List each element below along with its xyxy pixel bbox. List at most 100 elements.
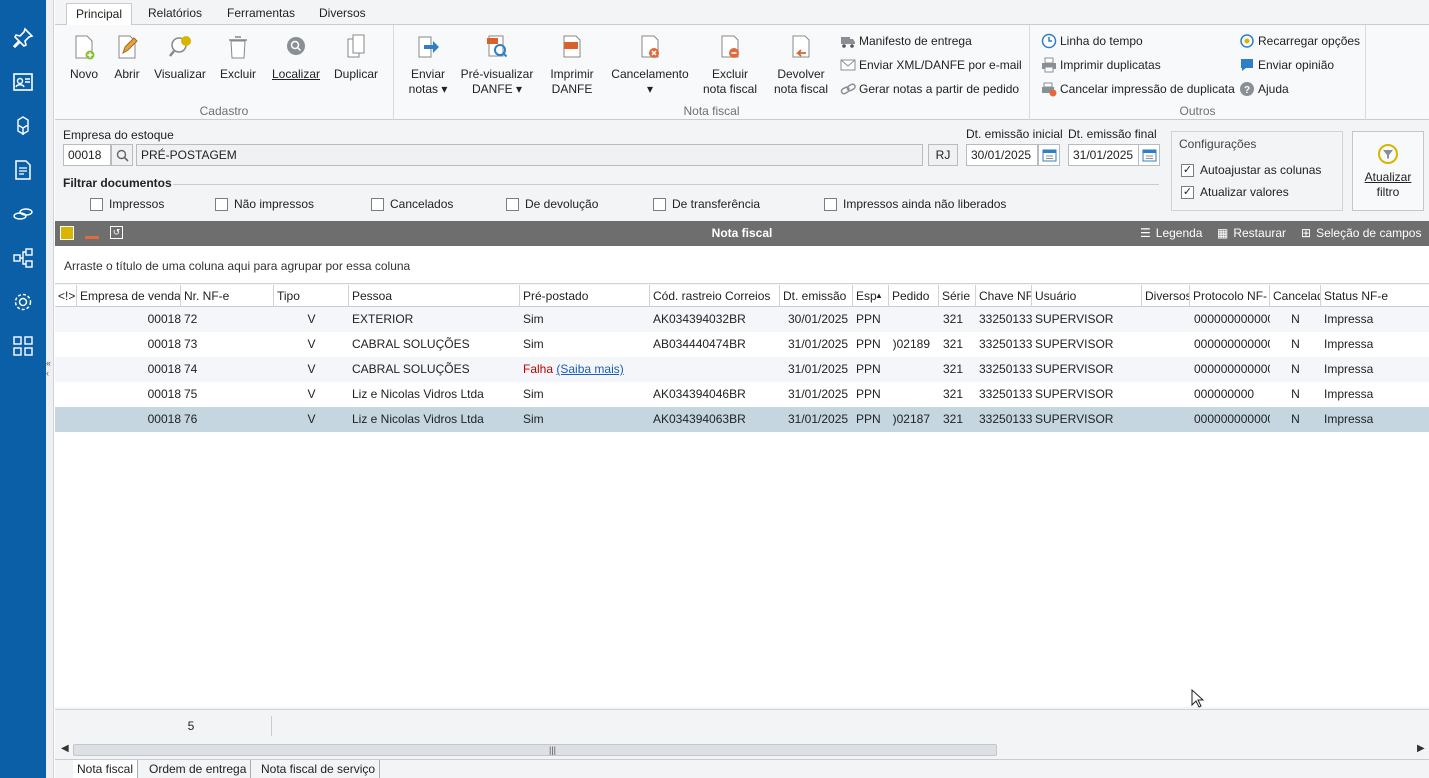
manifesto-entrega-button[interactable]: Manifesto de entrega <box>840 32 972 50</box>
sidebar-collapse-handle[interactable]: «‹ <box>46 0 54 778</box>
pin-icon[interactable] <box>7 22 39 54</box>
col-pessoa[interactable]: Pessoa <box>349 285 520 307</box>
visualizar-button[interactable]: Visualizar <box>153 33 207 82</box>
devolver-nota-fiscal-button[interactable]: Devolver nota fiscal <box>769 33 833 97</box>
empresa-search-button[interactable] <box>111 144 133 166</box>
col-esp[interactable]: Esp ▲ <box>853 285 889 307</box>
col-diversos[interactable]: Diversos <box>1142 285 1190 307</box>
restaurar-button[interactable]: ▦ Restaurar <box>1217 221 1286 246</box>
tab-nota-fiscal-servico[interactable]: Nota fiscal de serviço <box>257 760 381 778</box>
linha-do-tempo-button[interactable]: Linha do tempo <box>1041 32 1143 50</box>
cell-esp: PPN <box>856 312 881 326</box>
tab-nota-fiscal[interactable]: Nota fiscal <box>73 760 139 778</box>
table-row[interactable]: 00018 75 V Liz e Nicolas Vidros Ltda Sim… <box>55 382 1429 407</box>
cell-usuario: SUPERVISOR <box>1035 312 1114 326</box>
novo-button[interactable]: Novo <box>68 33 100 82</box>
col-chave-nf[interactable]: Chave NF <box>976 285 1032 307</box>
cancelar-impressao-duplicata-button[interactable]: Cancelar impressão de duplicata <box>1041 80 1235 98</box>
col-usuario[interactable]: Usuário <box>1032 285 1142 307</box>
selecao-campos-button[interactable]: ⊞ Seleção de campos <box>1301 221 1421 246</box>
checkbox-box[interactable] <box>824 197 837 211</box>
tab-principal[interactable]: Principal <box>66 3 133 26</box>
col-tipo[interactable]: Tipo <box>274 285 349 307</box>
filter-nao-liberados-checkbox[interactable]: Impressos ainda não liberados <box>824 197 1006 211</box>
dt-final-input[interactable]: 31/01/2025 <box>1068 144 1140 166</box>
enviar-opiniao-button[interactable]: Enviar opinião <box>1239 56 1334 74</box>
duplicar-button[interactable]: Duplicar <box>331 33 381 82</box>
col-protocolo[interactable]: Protocolo NF- <box>1190 285 1270 307</box>
checkbox-checked[interactable]: ✓ <box>1181 163 1194 177</box>
col-serie[interactable]: Série <box>939 285 976 307</box>
dt-final-calendar-button[interactable] <box>1138 144 1160 166</box>
scroll-right-icon[interactable]: ▶ <box>1417 743 1425 754</box>
recarregar-opcoes-button[interactable]: Recarregar opções <box>1239 32 1360 50</box>
col-cancelada[interactable]: Cancelad <box>1270 285 1321 307</box>
saiba-mais-link[interactable]: (Saiba mais) <box>556 362 623 376</box>
filter-nao-impressos-checkbox[interactable]: Não impressos <box>215 197 314 211</box>
settings-icon[interactable] <box>7 286 39 318</box>
table-row[interactable]: 00018 74 V CABRAL SOLUÇÕES Falha (Saiba … <box>55 357 1429 382</box>
collapse-arrows-icon[interactable]: «‹ <box>46 358 51 378</box>
tab-ferramentas[interactable]: Ferramentas <box>218 3 304 25</box>
imprimir-danfe-button[interactable]: Imprimir DANFE <box>545 33 599 97</box>
network-icon[interactable] <box>7 242 39 274</box>
abrir-button[interactable]: Abrir <box>112 33 142 82</box>
group-by-area[interactable]: Arraste o título de uma coluna aqui para… <box>55 246 1429 284</box>
atualizar-valores-checkbox[interactable]: ✓ Atualizar valores <box>1181 185 1289 199</box>
col-dt-emissao[interactable]: Dt. emissão <box>780 285 853 307</box>
apps-icon[interactable] <box>7 330 39 362</box>
contacts-icon[interactable] <box>7 66 39 98</box>
gerar-notas-button[interactable]: Gerar notas a partir de pedido <box>840 80 1019 98</box>
col-empresa-venda[interactable]: Empresa de venda <box>77 285 181 307</box>
atualizar-filtro-button[interactable]: Atualizar filtro <box>1352 131 1424 211</box>
tab-ordem-entrega[interactable]: Ordem de entrega <box>145 760 252 778</box>
scroll-left-icon[interactable]: ◀ <box>61 743 69 754</box>
dt-inicial-calendar-button[interactable] <box>1038 144 1060 166</box>
coins-icon[interactable] <box>7 198 39 230</box>
col-nr-nfe[interactable]: Nr. NF-e <box>181 285 274 307</box>
autoajustar-checkbox[interactable]: ✓ Autoajustar as colunas <box>1181 163 1321 177</box>
boxes-icon[interactable] <box>7 110 39 142</box>
cell-empresa: 00018 <box>147 412 181 426</box>
horizontal-scrollbar[interactable]: ◀ ||| ▶ <box>55 741 1429 759</box>
pre-visualizar-danfe-button[interactable]: Pré-visualizar DANFE ▾ <box>460 33 534 97</box>
invoice-icon[interactable] <box>7 154 39 186</box>
col-pedido[interactable]: Pedido <box>889 285 939 307</box>
empresa-code-input[interactable]: 00018 <box>63 144 111 166</box>
checkbox-box[interactable] <box>215 197 228 211</box>
cell-dt: 31/01/2025 <box>788 362 849 376</box>
checkbox-checked[interactable]: ✓ <box>1181 185 1194 199</box>
dt-inicial-input[interactable]: 30/01/2025 <box>966 144 1038 166</box>
enviar-notas-button[interactable]: Enviar notas ▾ <box>408 33 448 97</box>
checkbox-box[interactable] <box>653 197 666 211</box>
filter-devolucao-checkbox[interactable]: De devolução <box>506 197 598 211</box>
imprimir-duplicatas-button[interactable]: Imprimir duplicatas <box>1041 56 1161 74</box>
enviar-xml-danfe-button[interactable]: Enviar XML/DANFE por e-mail <box>840 56 1022 74</box>
excluir-button[interactable]: Excluir <box>218 33 258 82</box>
col-pre-postado[interactable]: Pré-postado <box>520 285 650 307</box>
tab-diversos[interactable]: Diversos <box>310 3 375 25</box>
cell-empresa: 00018 <box>147 312 181 326</box>
checkbox-box[interactable] <box>90 197 103 211</box>
filter-cancelados-checkbox[interactable]: Cancelados <box>371 197 453 211</box>
col-alert[interactable]: <!> <box>55 285 77 307</box>
cell-pre-postado: Falha (Saiba mais) <box>523 357 650 382</box>
col-rastreio[interactable]: Cód. rastreio Correios <box>650 285 780 307</box>
table-row[interactable]: 00018 73 V CABRAL SOLUÇÕES Sim AB0344404… <box>55 332 1429 357</box>
checkbox-box[interactable] <box>506 197 519 211</box>
table-row-selected[interactable]: 00018 76 V Liz e Nicolas Vidros Ltda Sim… <box>55 407 1429 432</box>
col-status-nfe[interactable]: Status NF-e <box>1321 285 1429 307</box>
legenda-button[interactable]: ☰ Legenda <box>1140 221 1202 246</box>
ribbon: Novo Abrir Visualizar Excluir Localizar <box>55 25 1429 120</box>
filter-impressos-checkbox[interactable]: Impressos <box>90 197 164 211</box>
cancelamento-button[interactable]: Cancelamento ▾ <box>609 33 691 97</box>
cell-nr: 72 <box>184 312 198 326</box>
scroll-thumb[interactable]: ||| <box>73 744 997 756</box>
localizar-button[interactable]: Localizar <box>269 33 323 82</box>
table-row[interactable]: 00018 72 V EXTERIOR Sim AK034394032BR 30… <box>55 307 1429 332</box>
checkbox-box[interactable] <box>371 197 384 211</box>
excluir-nota-fiscal-button[interactable]: Excluir nota fiscal <box>700 33 760 97</box>
ajuda-button[interactable]: ? Ajuda <box>1239 80 1289 98</box>
filter-transferencia-checkbox[interactable]: De transferência <box>653 197 760 211</box>
tab-relatorios[interactable]: Relatórios <box>139 3 211 25</box>
